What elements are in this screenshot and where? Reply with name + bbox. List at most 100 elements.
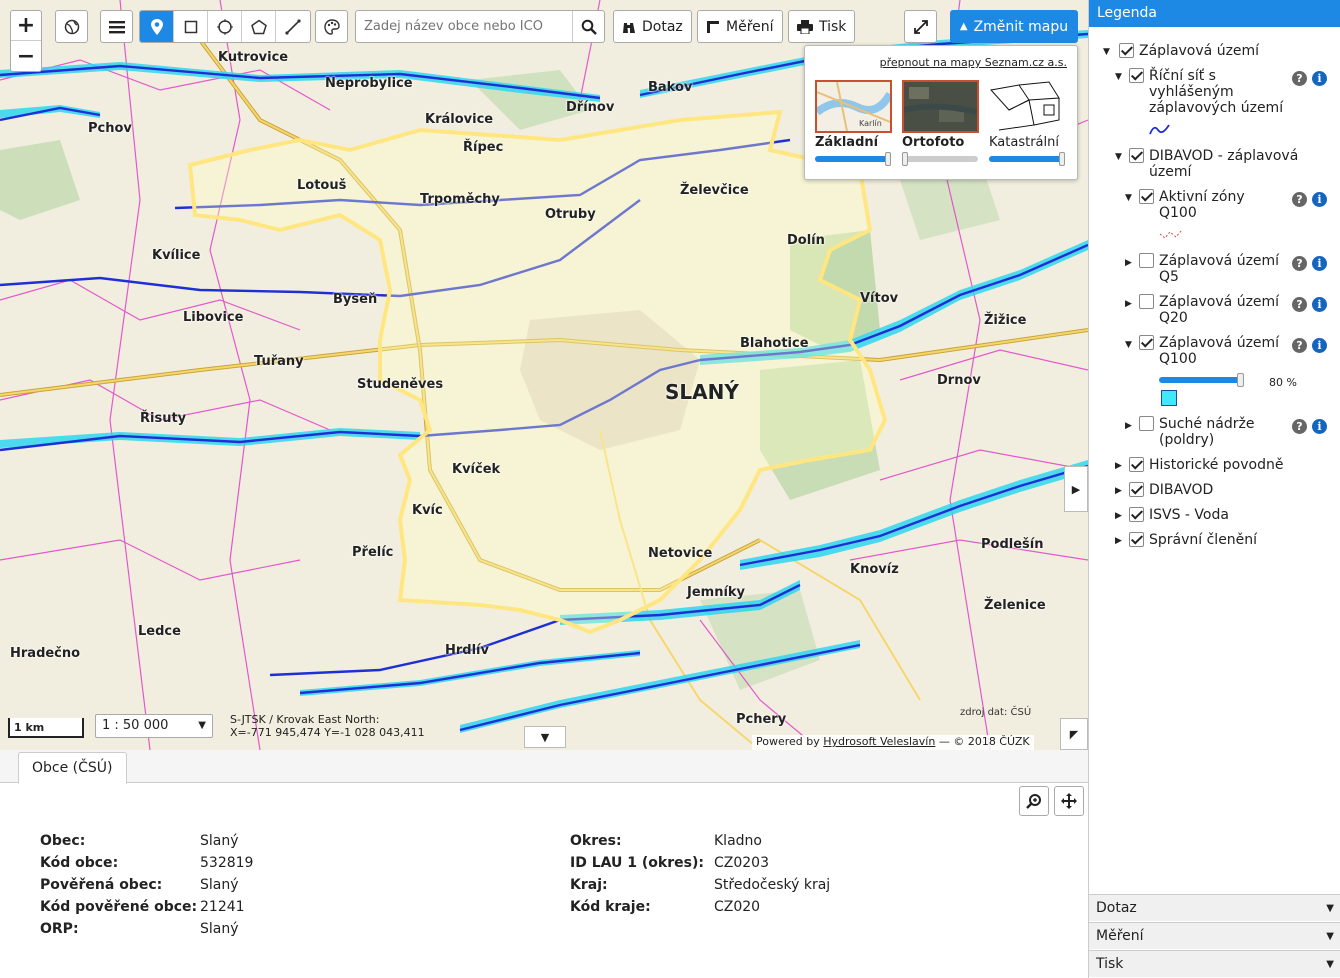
point-tool-button[interactable] — [140, 11, 174, 42]
basemap-option-cadastral[interactable]: Katastrální — [989, 80, 1067, 166]
attr-key: Kód pověřené obce: — [40, 899, 198, 915]
query-button[interactable]: Dotaz — [613, 10, 692, 43]
accordion-print[interactable]: Tisk ▼ — [1089, 950, 1340, 977]
line-icon — [285, 18, 301, 35]
slider-knob[interactable] — [1059, 152, 1065, 166]
layer-checkbox[interactable] — [1139, 416, 1154, 431]
layer-checkbox[interactable] — [1129, 532, 1144, 547]
caret-right-icon[interactable]: ▶ — [1125, 421, 1132, 431]
layer-checkbox[interactable] — [1139, 189, 1154, 204]
place-label: Libovice — [183, 310, 244, 325]
search-button[interactable] — [572, 11, 604, 42]
attr-row: ID LAU 1 (okres): CZ0203 — [570, 852, 830, 874]
help-icon[interactable]: ? — [1292, 256, 1307, 271]
info-icon[interactable]: i — [1312, 419, 1327, 434]
fullscreen-button[interactable] — [904, 10, 937, 43]
layer-checkbox[interactable] — [1129, 148, 1144, 163]
help-icon[interactable]: ? — [1292, 338, 1307, 353]
place-label: Žižice — [984, 313, 1027, 328]
layer-checkbox[interactable] — [1129, 507, 1144, 522]
accordion-measure[interactable]: Měření ▼ — [1089, 922, 1340, 949]
slider-knob[interactable] — [1237, 373, 1244, 387]
opacity-slider[interactable] — [815, 152, 891, 166]
place-label: Byseň — [333, 292, 378, 307]
slider-knob[interactable] — [885, 152, 891, 166]
layer-checkbox[interactable] — [1129, 68, 1144, 83]
accordion-query[interactable]: Dotaz ▼ — [1089, 894, 1340, 921]
attr-value: Slaný — [200, 877, 239, 893]
attr-row: ORP: Slaný — [40, 918, 253, 940]
measure-button[interactable]: Měření — [697, 10, 783, 43]
circle-tool-button[interactable] — [208, 11, 242, 42]
layer-checkbox[interactable] — [1139, 335, 1154, 350]
crs-label: S-JTSK / Krovak East North: — [230, 713, 380, 726]
zoom-in-button[interactable]: + — [11, 11, 41, 41]
zoom-out-button[interactable]: − — [11, 41, 41, 71]
help-icon[interactable]: ? — [1292, 192, 1307, 207]
basemap-label: Základní — [815, 135, 879, 150]
place-label: Netovice — [648, 546, 713, 561]
overview-toggle-button[interactable]: ◤ — [1060, 718, 1088, 750]
help-icon[interactable]: ? — [1292, 297, 1307, 312]
opacity-slider[interactable] — [1159, 377, 1241, 383]
opacity-slider[interactable] — [902, 152, 978, 166]
basemap-option-ortho[interactable]: Ortofoto — [902, 80, 980, 166]
caret-down-icon[interactable]: ▼ — [1125, 193, 1132, 203]
zoom-to-feature-button[interactable] — [1019, 786, 1049, 816]
collapse-panel-button[interactable]: ▼ — [524, 726, 566, 748]
pan-to-feature-button[interactable] — [1054, 786, 1084, 816]
caret-right-icon[interactable]: ▶ — [1115, 486, 1122, 496]
change-map-button[interactable]: ▲ Změnit mapu — [950, 10, 1078, 43]
info-icon[interactable]: i — [1312, 297, 1327, 312]
help-icon[interactable]: ? — [1292, 71, 1307, 86]
scale-select[interactable]: 1 : 50 000 ▼ — [95, 714, 213, 738]
accordion-label: Dotaz — [1096, 900, 1137, 916]
caret-right-icon[interactable]: ▶ — [1115, 461, 1122, 471]
info-icon[interactable]: i — [1312, 71, 1327, 86]
slider-knob[interactable] — [902, 152, 908, 166]
tab-obce-csu[interactable]: Obce (ČSÚ) — [18, 752, 127, 784]
basemap-option-basic[interactable]: Karlín Základní — [815, 80, 893, 166]
search-input[interactable] — [356, 11, 572, 42]
change-map-label: Změnit mapu — [973, 18, 1069, 35]
attr-key: Pověřená obec: — [40, 877, 163, 893]
palette-button[interactable] — [315, 10, 348, 43]
coordinates: X=-771 945,474 Y=-1 028 043,411 — [230, 726, 425, 739]
caret-right-icon[interactable]: ▶ — [1115, 511, 1122, 521]
caret-down-icon[interactable]: ▼ — [1125, 340, 1132, 350]
caret-down-icon[interactable]: ▼ — [1115, 72, 1122, 82]
layer-checkbox[interactable] — [1139, 294, 1154, 309]
attribution-link[interactable]: Hydrosoft Veleslavín — [823, 735, 935, 748]
caret-down-icon[interactable]: ▼ — [1115, 152, 1122, 162]
opacity-slider[interactable] — [989, 152, 1065, 166]
polygon-tool-button[interactable] — [242, 11, 276, 42]
layer-checkbox[interactable] — [1119, 43, 1134, 58]
layer-checkbox[interactable] — [1129, 482, 1144, 497]
info-icon[interactable]: i — [1312, 192, 1327, 207]
attr-value: Slaný — [200, 833, 239, 849]
layer-checkbox[interactable] — [1129, 457, 1144, 472]
expand-legend-button[interactable]: ▶ — [1064, 466, 1088, 512]
caret-right-icon[interactable]: ▶ — [1125, 258, 1132, 268]
attr-value: 21241 — [200, 899, 245, 915]
caret-right-icon[interactable]: ▶ — [1115, 536, 1122, 546]
switch-provider-link[interactable]: přepnout na mapy Seznam.cz a.s. — [880, 56, 1067, 69]
place-label: Dřínov — [566, 100, 615, 115]
layer-checkbox[interactable] — [1139, 253, 1154, 268]
accordion-label: Měření — [1096, 928, 1144, 944]
map-view[interactable]: Kutrovice Neprobylice Bakov Pchov Králov… — [0, 0, 1088, 750]
print-button[interactable]: Tisk — [788, 10, 856, 43]
binoculars-icon — [623, 22, 635, 33]
globe-button[interactable] — [55, 10, 88, 43]
help-icon[interactable]: ? — [1292, 419, 1307, 434]
rectangle-tool-button[interactable] — [174, 11, 208, 42]
line-tool-button[interactable] — [276, 11, 310, 42]
layer-label: Záplavová území Q5 — [1159, 253, 1280, 285]
attr-value: CZ020 — [714, 899, 761, 915]
caret-right-icon[interactable]: ▶ — [1125, 299, 1132, 309]
corner-arrow-icon: ◤ — [1069, 727, 1079, 741]
menu-button[interactable] — [100, 10, 133, 43]
info-icon[interactable]: i — [1312, 338, 1327, 353]
caret-down-icon[interactable]: ▼ — [1103, 47, 1110, 57]
info-icon[interactable]: i — [1312, 256, 1327, 271]
